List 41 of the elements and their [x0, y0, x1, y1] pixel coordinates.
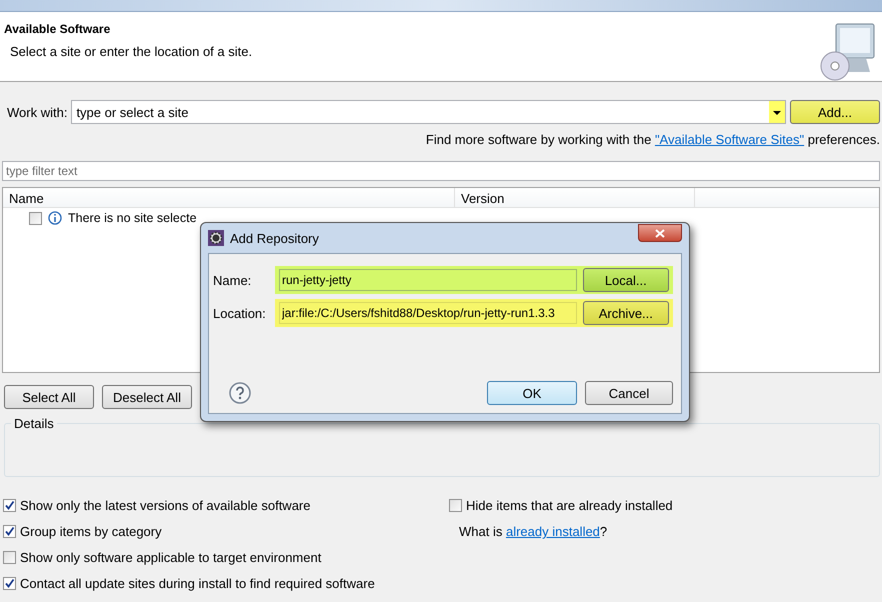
option-label: Show only the latest versions of available software	[20, 498, 310, 513]
option-label: Contact all update sites during install to find required software	[20, 576, 375, 591]
option-checkbox[interactable]	[449, 499, 462, 512]
option-label: Hide items that are already installed	[466, 498, 673, 513]
name-field[interactable]: run-jetty-jetty	[279, 269, 577, 291]
already-installed-link[interactable]: already installed	[506, 524, 600, 539]
table-cell: There is no site selecte	[68, 211, 197, 225]
work-with-label: Work with:	[7, 104, 68, 120]
column-header[interactable]: Version	[455, 188, 695, 207]
select-all-button[interactable]: Select All	[4, 385, 94, 409]
option-label: Group items by category	[20, 524, 162, 539]
close-icon	[655, 228, 665, 238]
local-button[interactable]: Local...	[582, 268, 669, 292]
gear-icon	[208, 230, 224, 246]
site-combo-box[interactable]: type or select a site	[71, 100, 786, 124]
help-icon[interactable]	[229, 382, 251, 404]
already-installed-text: What is already installed?	[459, 524, 608, 539]
available-software-sites-link[interactable]: "Available Software Sites"	[654, 132, 804, 147]
location-label: Location:	[213, 306, 266, 320]
option-checkbox[interactable]	[3, 525, 16, 538]
archive-button[interactable]: Archive...	[582, 301, 669, 325]
page-title: Available Software	[4, 22, 112, 36]
info-icon	[48, 211, 62, 225]
add-button[interactable]: Add...	[790, 100, 880, 124]
option-checkbox[interactable]	[3, 577, 16, 590]
filter-field[interactable]: type filter text	[2, 161, 880, 181]
details-label: Details	[11, 416, 57, 431]
name-label: Name:	[213, 272, 252, 288]
option-label: Show only software applicable to target environment	[20, 550, 322, 565]
option-checkbox[interactable]	[3, 551, 16, 564]
page-subtitle: Select a site or enter the location of a site.	[10, 44, 252, 59]
ok-button[interactable]: OK	[487, 381, 577, 405]
dialog-title: Add Repository	[230, 230, 319, 246]
software-sites-hint: Find more software by working with the "Available Software Sites" preferences.	[424, 131, 881, 147]
row-checkbox[interactable]	[29, 212, 42, 224]
close-button[interactable]	[638, 224, 682, 242]
column-header[interactable]: Name	[3, 188, 455, 207]
cancel-button[interactable]: Cancel	[585, 381, 673, 405]
option-checkbox[interactable]	[3, 499, 16, 512]
location-field[interactable]: jar:file:/C:/Users/fshitd88/Desktop/run-jetty-run1.3.3	[279, 302, 577, 324]
deselect-all-button[interactable]: Deselect All	[102, 385, 192, 409]
